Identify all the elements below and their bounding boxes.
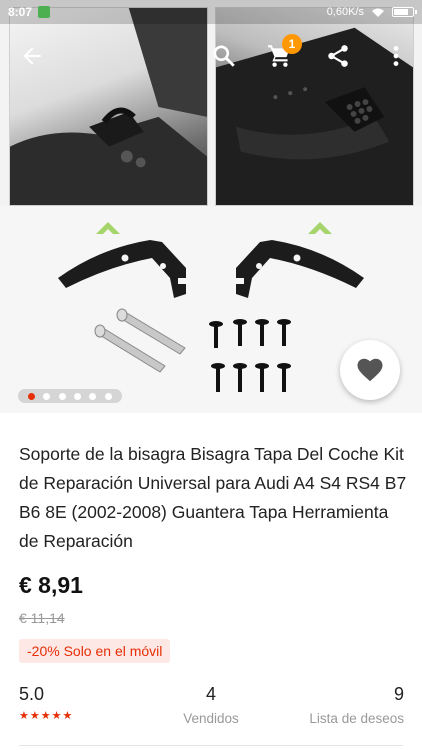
hinge-pins	[94, 308, 186, 373]
promo-badge: -20% Solo en el móvil	[19, 639, 171, 663]
arrow-back-icon	[23, 47, 41, 65]
image-pager[interactable]	[18, 389, 122, 403]
product-detail-screen: 8:07 0,60K/s 1 Soporte de la bisagra Bis…	[0, 0, 422, 750]
wishlist-label: Lista de deseos	[309, 711, 404, 726]
cart-button[interactable]: 1	[262, 34, 302, 74]
pager-dot[interactable]	[89, 392, 97, 400]
rating-value: 5.0	[19, 684, 45, 704]
search-icon	[213, 45, 235, 67]
product-title: Soporte de la bisagra Bisagra Tapa Del C…	[19, 444, 407, 551]
top-toolbar: 1	[0, 30, 422, 82]
search-button[interactable]	[206, 38, 242, 74]
up-arrow-icon	[308, 222, 332, 234]
right-hinge-bracket	[236, 240, 364, 298]
cart-count-badge: 1	[282, 34, 302, 54]
section-divider	[19, 745, 403, 746]
rating-stars-icon: ★★★★★	[19, 710, 74, 722]
sold-label: Vendidos	[183, 711, 239, 726]
wishlist-count: 9	[393, 684, 404, 704]
status-time: 8:07	[8, 5, 33, 19]
network-speed: 0,60K/s	[326, 6, 364, 18]
left-hinge-bracket	[58, 240, 186, 298]
wifi-icon	[372, 8, 384, 17]
up-arrow-icon	[96, 222, 120, 234]
app-notification-icon	[38, 6, 51, 18]
more-vertical-icon	[393, 46, 399, 66]
heart-icon	[357, 358, 383, 382]
back-button[interactable]	[14, 38, 50, 74]
more-options-button[interactable]	[378, 38, 414, 74]
pager-dot[interactable]	[28, 392, 36, 400]
pager-dot[interactable]	[74, 392, 82, 400]
add-to-wishlist-button[interactable]	[340, 340, 400, 400]
sold-count: 4	[205, 684, 216, 704]
status-bar: 8:07 0,60K/s	[0, 0, 422, 24]
pager-dot[interactable]	[104, 392, 112, 400]
pager-dot[interactable]	[43, 392, 51, 400]
battery-icon	[392, 7, 417, 17]
rating-stat[interactable]: 5.0 ★★★★★	[19, 684, 73, 722]
share-icon	[328, 45, 348, 67]
screws	[209, 319, 291, 392]
pager-dot[interactable]	[58, 392, 66, 400]
share-button[interactable]	[320, 38, 356, 74]
product-price: € 8,91	[19, 572, 83, 598]
sold-stat: 4 Vendidos	[181, 684, 241, 726]
product-stats: 5.0 ★★★★★ 4 Vendidos 9 Lista de deseos	[0, 684, 422, 734]
wishlist-stat: 9 Lista de deseos	[309, 684, 404, 726]
original-price: € 11,14	[19, 610, 65, 626]
